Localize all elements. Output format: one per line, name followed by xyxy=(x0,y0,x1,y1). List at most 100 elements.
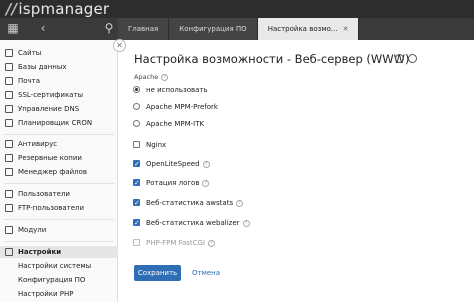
tab-label: Настройка возмо... xyxy=(267,25,338,33)
hint-icon[interactable]: ? xyxy=(236,199,244,207)
app-logo[interactable]: //ispmanager xyxy=(6,0,109,18)
sidebar-item-ssl[interactable]: SSL-сертификаты xyxy=(0,89,118,101)
top-bar: //ispmanager ▦ ‹ ⚲ Главная Конфигурация … xyxy=(0,0,474,40)
tab-feature-settings[interactable]: Настройка возмо... ✕ xyxy=(257,18,360,40)
sidebar-item-label: Менеджер файлов xyxy=(18,168,88,176)
sidebar-item-label: Пользователи xyxy=(18,190,70,198)
option-label: OpenLiteSpeed xyxy=(146,160,200,168)
sidebar-item-label: Антивирус xyxy=(18,140,58,148)
apache-label: Apache? xyxy=(134,73,169,81)
sidebar-item-settings[interactable]: Настройки xyxy=(0,246,118,258)
tab-label: Конфигурация ПО xyxy=(179,25,247,33)
hint-icon[interactable]: ? xyxy=(161,73,169,81)
radio-apache-itk[interactable]: Apache MPM-ITK xyxy=(133,118,204,130)
checkbox-openlitespeed[interactable]: OpenLiteSpeed? xyxy=(133,158,210,170)
database-icon xyxy=(5,63,13,71)
sidebar-item-label: Почта xyxy=(18,77,41,85)
option-label: Веб-статистика awstats xyxy=(146,199,234,207)
sidebar-item-system-settings[interactable]: Настройки системы xyxy=(0,260,118,272)
tab-software-config[interactable]: Конфигурация ПО xyxy=(169,18,258,40)
apache-label-text: Apache xyxy=(134,73,159,81)
title-actions xyxy=(395,54,417,63)
sidebar-divider xyxy=(4,183,114,184)
checkbox-nginx[interactable]: Nginx xyxy=(133,139,166,151)
sidebar-item-dns[interactable]: Управление DNS xyxy=(0,103,118,115)
option-label: PHP-FPM FastCGI xyxy=(146,239,206,247)
settings-icon xyxy=(5,248,13,256)
help-icon[interactable] xyxy=(408,54,417,63)
option-label: не использовать xyxy=(146,86,208,94)
globe-icon xyxy=(5,49,13,57)
hint-icon[interactable]: ? xyxy=(202,160,210,168)
sidebar-item-label: Настройки PHP xyxy=(18,290,74,298)
logo-mark: // xyxy=(6,0,18,18)
sidebar-item-label: Управление DNS xyxy=(18,105,80,113)
sidebar-item-software-config[interactable]: Конфигурация ПО xyxy=(0,274,118,286)
grid-menu-icon[interactable]: ▦ xyxy=(6,21,20,35)
checkbox[interactable] xyxy=(133,238,140,246)
checkbox[interactable] xyxy=(133,140,140,148)
ftp-user-icon xyxy=(5,204,13,212)
mail-icon xyxy=(5,77,13,85)
radio-apache-prefork[interactable]: Apache MPM-Prefork xyxy=(133,101,218,113)
checkbox[interactable] xyxy=(133,197,140,209)
checkbox[interactable] xyxy=(133,217,140,229)
sidebar-item-label: Планировщик CRON xyxy=(18,119,93,127)
sidebar-item-cron[interactable]: Планировщик CRON xyxy=(0,117,118,129)
sidebar-item-file-manager[interactable]: Менеджер файлов xyxy=(0,166,118,178)
sidebar-item-label: Сайты xyxy=(18,49,42,57)
backup-icon xyxy=(5,154,13,162)
hint-icon[interactable]: ? xyxy=(202,179,210,187)
close-tab-icon[interactable]: ✕ xyxy=(343,25,349,33)
sidebar-item-label: SSL-сертификаты xyxy=(18,91,84,99)
sidebar-item-backups[interactable]: Резервные копии xyxy=(0,152,118,164)
sidebar-item-label: Резервные копии xyxy=(18,154,82,162)
certificate-icon xyxy=(5,91,13,99)
radio-button[interactable] xyxy=(133,85,140,93)
scroll-left-icon[interactable]: ‹ xyxy=(36,21,50,35)
option-label: Nginx xyxy=(146,141,167,149)
hint-icon[interactable]: ? xyxy=(242,219,250,227)
main-content: Настройка возможности - Веб-сервер (WWW)… xyxy=(119,40,474,302)
folder-icon xyxy=(5,168,13,176)
sidebar-item-ftp-users[interactable]: FTP-пользователи xyxy=(0,202,118,214)
sidebar-item-label: Конфигурация ПО xyxy=(18,276,86,284)
settings-icon[interactable] xyxy=(395,54,404,63)
sidebar-item-modules[interactable]: Модули xyxy=(0,224,118,236)
cancel-button[interactable]: Отмена xyxy=(192,265,220,281)
radio-button[interactable] xyxy=(133,119,140,127)
sidebar-item-users[interactable]: Пользователи xyxy=(0,188,118,200)
tab-label: Главная xyxy=(128,25,159,33)
tab-bar: Главная Конфигурация ПО Настройка возмо.… xyxy=(118,18,360,40)
checkbox-webalizer[interactable]: Веб-статистика webalizer? xyxy=(133,217,250,229)
tab-home[interactable]: Главная xyxy=(118,18,170,40)
save-button[interactable]: Сохранить xyxy=(134,265,181,281)
sidebar-item-antivirus[interactable]: Антивирус xyxy=(0,138,118,150)
sidebar: Сайты Базы данных Почта SSL-сертификаты … xyxy=(0,40,118,302)
radio-button[interactable] xyxy=(133,102,140,110)
sidebar-item-mail[interactable]: Почта xyxy=(0,75,118,87)
option-label: Apache MPM-Prefork xyxy=(146,103,218,111)
search-icon[interactable]: ⚲ xyxy=(102,21,116,35)
sidebar-item-php-settings[interactable]: Настройки PHP xyxy=(0,288,118,300)
clock-icon xyxy=(5,119,13,127)
sidebar-divider xyxy=(4,241,114,242)
option-label: Apache MPM-ITK xyxy=(146,120,205,128)
checkbox-awstats[interactable]: Веб-статистика awstats? xyxy=(133,197,244,209)
sidebar-item-label: Модули xyxy=(18,226,47,234)
shield-icon xyxy=(5,140,13,148)
sidebar-item-databases[interactable]: Базы данных xyxy=(0,61,118,73)
sidebar-item-label: Настройки xyxy=(18,248,62,256)
sidebar-item-sites[interactable]: Сайты xyxy=(0,47,118,59)
sidebar-divider xyxy=(4,219,114,220)
checkbox-log-rotation[interactable]: Ротация логов? xyxy=(133,177,210,189)
user-icon xyxy=(5,190,13,198)
checkbox[interactable] xyxy=(133,177,140,189)
dns-icon xyxy=(5,105,13,113)
checkbox-php-fpm[interactable]: PHP-FPM FastCGI? xyxy=(133,237,216,249)
checkbox[interactable] xyxy=(133,158,140,170)
option-label: Ротация логов xyxy=(146,179,200,187)
sidebar-item-label: FTP-пользователи xyxy=(18,204,85,212)
hint-icon[interactable]: ? xyxy=(208,239,216,247)
radio-apache-none[interactable]: не использовать xyxy=(133,84,208,96)
